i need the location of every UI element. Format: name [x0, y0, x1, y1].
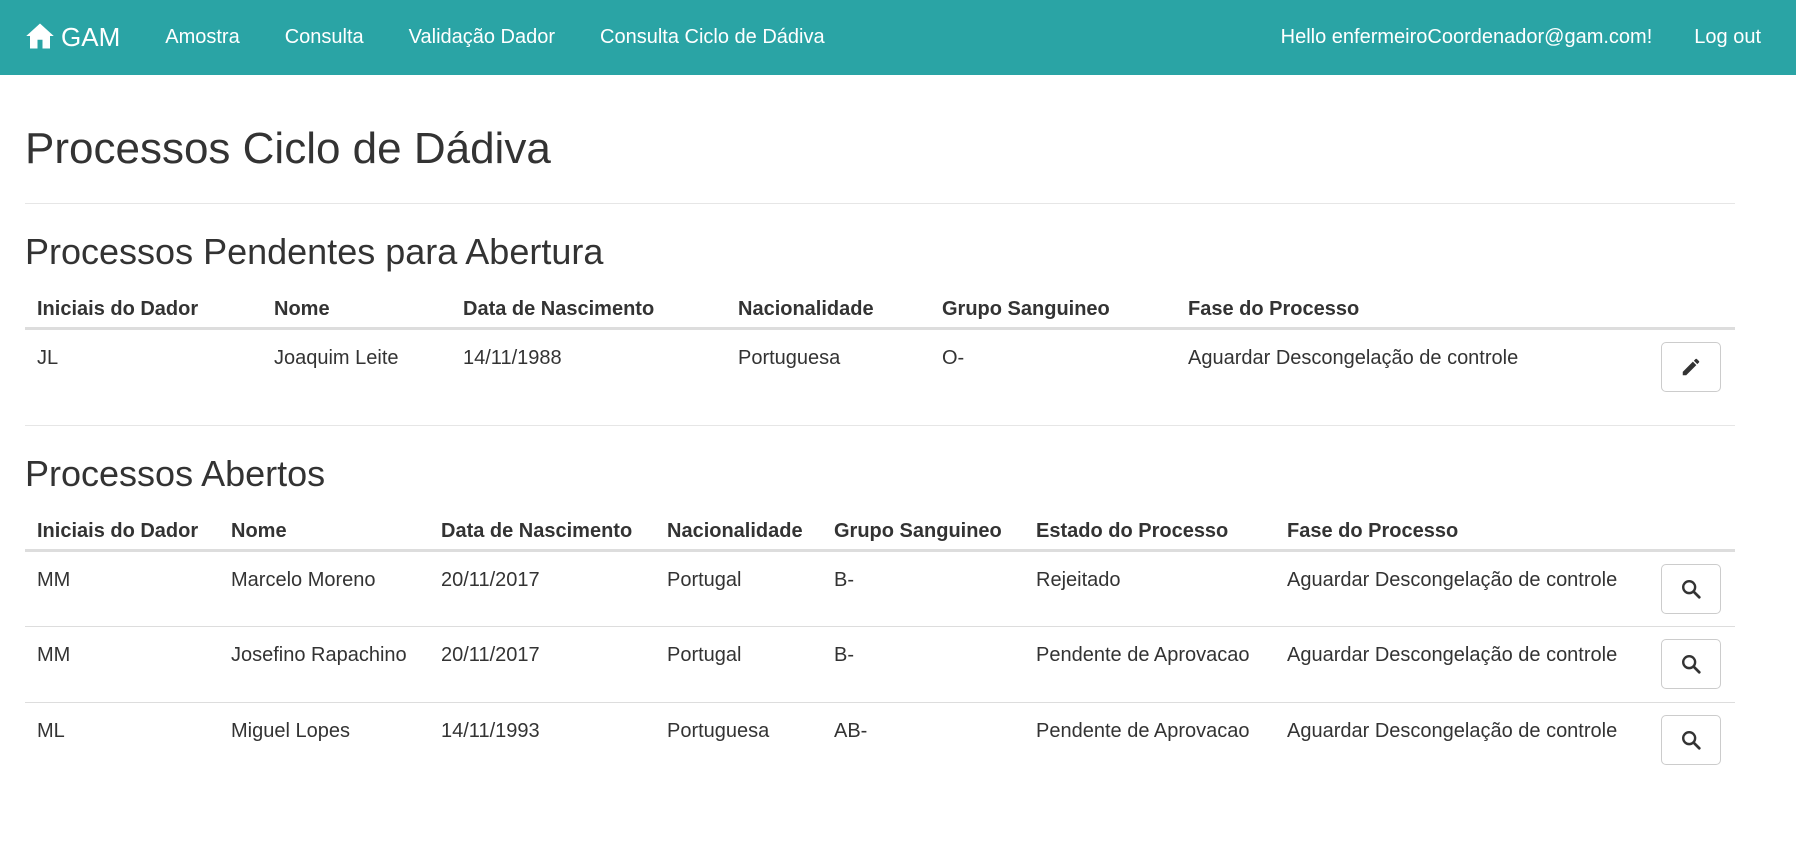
main-content: Processos Ciclo de Dádiva Processos Pend… [0, 127, 1760, 778]
cell-initials: ML [25, 701, 219, 778]
column-header: Fase do Processo [1176, 288, 1625, 330]
column-header: Grupo Sanguineo [930, 288, 1176, 330]
cell-blood-group: AB- [822, 701, 1024, 778]
cell-initials: JL [37, 346, 59, 369]
cell-name: Josefino Rapachino [219, 625, 429, 702]
view-button[interactable] [1661, 714, 1721, 765]
page-title: Processos Ciclo de Dádiva [25, 124, 551, 173]
cell-name: Marcelo Moreno [231, 568, 376, 591]
divider [25, 203, 1735, 204]
table-row: MM Marcelo Moreno 20/11/2017 Portugal B-… [25, 550, 1735, 626]
edit-button[interactable] [1661, 341, 1721, 392]
nav-link-consulta[interactable]: Consulta [285, 26, 364, 49]
column-header: Data de Nascimento [451, 288, 726, 330]
cell-nationality: Portugal [655, 625, 822, 702]
search-icon [1682, 730, 1701, 750]
top-navbar: GAM Amostra Consulta Validação Dador Con… [0, 0, 1796, 75]
view-button[interactable] [1661, 638, 1721, 689]
brand-link[interactable]: GAM [25, 22, 120, 53]
column-header: Fase do Processo [1275, 510, 1645, 552]
cell-blood-group: O- [942, 346, 965, 369]
pencil-icon [1682, 358, 1700, 375]
column-header-actions [1625, 288, 1735, 330]
cell-status: Rejeitado [1036, 568, 1121, 591]
cell-phase: Aguardar Descongelação de controle [1275, 625, 1645, 702]
cell-blood-group: B- [822, 625, 1024, 702]
table-row: ML Miguel Lopes 14/11/1993 Portuguesa AB… [25, 701, 1735, 778]
cell-nationality: Portuguesa [655, 701, 822, 778]
table-header-row: Iniciais do Dador Nome Data de Nasciment… [25, 288, 1735, 330]
user-greeting-link[interactable]: Hello enfermeiroCoordenador@gam.com! [1281, 26, 1653, 49]
nav-link-amostra[interactable]: Amostra [165, 26, 239, 49]
home-icon [26, 23, 54, 48]
cell-initials: MM [37, 568, 71, 591]
cell-action [1645, 550, 1735, 626]
nav-link-validacao-dador[interactable]: Validação Dador [409, 26, 555, 49]
pending-processes-table: Iniciais do Dador Nome Data de Nasciment… [25, 288, 1735, 401]
column-header: Iniciais do Dador [25, 288, 262, 330]
cell-action [1645, 625, 1735, 702]
cell-phase: Aguardar Descongelação de controle [1287, 568, 1618, 591]
table-row: JL Joaquim Leite 14/11/1988 Portuguesa O… [25, 328, 1735, 401]
cell-birthdate: 20/11/2017 [429, 625, 655, 702]
cell-birthdate: 14/11/1988 [463, 346, 562, 369]
cell-action [1625, 328, 1735, 401]
column-header: Iniciais do Dador [25, 510, 219, 552]
table-header-row: Iniciais do Dador Nome Data de Nasciment… [25, 510, 1735, 552]
cell-phase: Aguardar Descongelação de controle [1188, 346, 1519, 369]
column-header: Nome [262, 288, 451, 330]
cell-name: Joaquim Leite [274, 346, 399, 369]
column-header: Nacionalidade [655, 510, 822, 552]
search-icon [1682, 654, 1701, 674]
cell-birthdate: 20/11/2017 [441, 568, 540, 591]
search-icon [1682, 579, 1701, 599]
divider [25, 425, 1735, 426]
logout-link[interactable]: Log out [1694, 26, 1761, 49]
cell-nationality: Portuguesa [738, 346, 841, 369]
pending-section-title: Processos Pendentes para Abertura [25, 231, 604, 272]
view-button[interactable] [1661, 563, 1721, 614]
open-processes-table: Iniciais do Dador Nome Data de Nasciment… [25, 510, 1735, 778]
open-section-title: Processos Abertos [25, 453, 326, 494]
cell-blood-group: B- [834, 568, 854, 591]
column-header: Grupo Sanguineo [822, 510, 1024, 552]
cell-name: Miguel Lopes [219, 701, 429, 778]
cell-phase: Aguardar Descongelação de controle [1275, 701, 1645, 778]
column-header: Data de Nascimento [429, 510, 655, 552]
nav-link-consulta-ciclo[interactable]: Consulta Ciclo de Dádiva [600, 26, 825, 49]
column-header-actions [1645, 510, 1735, 552]
brand-label: GAM [61, 22, 121, 52]
column-header: Estado do Processo [1024, 510, 1275, 552]
table-row: MM Josefino Rapachino 20/11/2017 Portuga… [25, 625, 1735, 702]
cell-nationality: Portugal [667, 568, 742, 591]
cell-action [1645, 701, 1735, 778]
cell-status: Pendente de Aprovacao [1024, 625, 1275, 702]
cell-initials: MM [25, 625, 219, 702]
column-header: Nome [219, 510, 429, 552]
column-header: Nacionalidade [726, 288, 930, 330]
cell-status: Pendente de Aprovacao [1024, 701, 1275, 778]
cell-birthdate: 14/11/1993 [429, 701, 655, 778]
